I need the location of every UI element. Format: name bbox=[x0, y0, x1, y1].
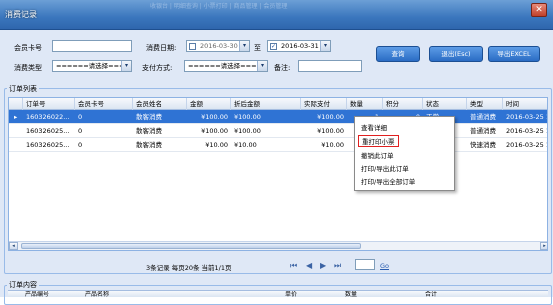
query-button[interactable]: 查询 bbox=[376, 46, 420, 62]
cell-discount-amount: ¥10.00 bbox=[234, 141, 257, 149]
cell-amount: ¥10.00 bbox=[205, 141, 228, 149]
order-grid-header: 订单号 会员卡号 会员姓名 金额 折后金额 实际支付 数量 积分 状态 类型 时… bbox=[9, 98, 547, 110]
scroll-right-icon[interactable]: ▸ bbox=[540, 242, 547, 250]
horizontal-scrollbar[interactable]: ◂ ▸ bbox=[9, 241, 547, 250]
cell-time: 2016-03-25 1 bbox=[506, 141, 548, 149]
cell-paid: ¥100.00 bbox=[317, 127, 344, 135]
date-from-value: 2016-03-30 bbox=[200, 42, 238, 50]
cell-member-name: 散客消费 bbox=[136, 113, 162, 121]
consume-type-select[interactable]: ======请选择====== ▾ bbox=[52, 60, 132, 72]
cell-amount: ¥100.00 bbox=[201, 127, 228, 135]
cell-time: 2016-03-25 1 bbox=[506, 127, 548, 135]
date-to-checkbox[interactable]: ✓ bbox=[270, 43, 277, 50]
date-from-picker[interactable]: 2016-03-30 ▾ bbox=[186, 40, 250, 52]
cell-member-card: 0 bbox=[78, 127, 83, 135]
date-to-picker[interactable]: ✓ 2016-03-31 ▾ bbox=[267, 40, 331, 52]
cell-discount-amount: ¥100.00 bbox=[234, 113, 261, 121]
table-row[interactable]: ▸ 160326022... 0 散客消费 ¥100.00 ¥100.00 ¥1… bbox=[9, 110, 548, 124]
col-discount-amount[interactable]: 折后金额 bbox=[231, 98, 301, 110]
cell-order-no: 160326022... bbox=[26, 113, 70, 121]
remark-input[interactable] bbox=[298, 60, 362, 72]
date-to-label: 至 bbox=[254, 44, 261, 52]
consume-record-window: 消费记录 收银台 | 明细查询 | 小票打印 | 商品管理 | 会员管理 会员卡… bbox=[0, 0, 553, 305]
row-pointer-icon: ▸ bbox=[14, 113, 18, 121]
date-to-value: 2016-03-31 bbox=[281, 42, 319, 50]
col-paid[interactable]: 实际支付 bbox=[301, 98, 347, 110]
title-bar[interactable]: 消费记录 收银台 | 明细查询 | 小票打印 | 商品管理 | 会员管理 bbox=[0, 0, 553, 30]
col-qty[interactable]: 数量 bbox=[347, 98, 383, 110]
export-excel-button[interactable]: 导出EXCEL bbox=[488, 46, 540, 62]
cell-member-name: 散客消费 bbox=[136, 141, 162, 149]
date-from-checkbox[interactable] bbox=[189, 43, 196, 50]
cell-time: 2016-03-25 1 bbox=[506, 113, 548, 121]
order-content-header: 产品编号 产品名称 单价 数量 合计 bbox=[8, 290, 548, 298]
col-member-name[interactable]: 会员姓名 bbox=[133, 98, 187, 110]
chevron-down-icon[interactable]: ▾ bbox=[121, 61, 131, 71]
row-context-menu: 查看详细 重打印小票 撤销此订单 打印/导出此订单 打印/导出全部订单 bbox=[354, 116, 455, 191]
member-card-label: 会员卡号 bbox=[14, 44, 42, 52]
menu-item-cancel-order[interactable]: 撤销此订单 bbox=[361, 150, 394, 160]
menu-item-print-all-orders[interactable]: 打印/导出全部订单 bbox=[361, 176, 415, 186]
menu-item-view-detail[interactable]: 查看详细 bbox=[361, 122, 387, 132]
remark-label: 备注: bbox=[274, 64, 291, 72]
cell-order-no: 160326025... bbox=[26, 127, 70, 135]
pager-summary: 3条记录 每页20条 当前1/1页 bbox=[146, 264, 232, 272]
last-page-icon[interactable]: ⏭ bbox=[334, 261, 341, 271]
col-time[interactable]: 时间 bbox=[503, 98, 547, 110]
cell-paid: ¥100.00 bbox=[317, 113, 344, 121]
cell-member-name: 散客消费 bbox=[136, 127, 162, 135]
row-indicator-header bbox=[9, 98, 23, 110]
cell-type: 快速消费 bbox=[470, 141, 496, 149]
cell-paid: ¥10.00 bbox=[321, 141, 344, 149]
window-title: 消费记录 bbox=[5, 10, 37, 19]
order-content-legend: 订单内容 bbox=[7, 280, 39, 290]
cell-member-card: 0 bbox=[78, 113, 83, 121]
cell-type: 普通消费 bbox=[470, 113, 496, 121]
col-amount[interactable]: 金额 bbox=[187, 98, 231, 110]
pay-method-label: 支付方式: bbox=[142, 64, 173, 72]
pay-method-select[interactable]: ======请选择====== ▾ bbox=[184, 60, 268, 72]
close-icon[interactable]: ✕ bbox=[531, 3, 547, 17]
cell-order-no: 160326025... bbox=[26, 141, 70, 149]
col-type[interactable]: 类型 bbox=[467, 98, 503, 110]
member-card-input[interactable] bbox=[52, 40, 132, 52]
page-number-input[interactable] bbox=[355, 259, 375, 270]
order-list-legend: 订单列表 bbox=[7, 84, 39, 94]
cell-amount: ¥100.00 bbox=[201, 113, 228, 121]
consume-date-label: 消费日期: bbox=[146, 44, 177, 52]
menu-item-reprint-receipt[interactable]: 重打印小票 bbox=[358, 135, 399, 147]
cell-type: 普通消费 bbox=[470, 127, 496, 135]
table-row[interactable]: 160326025... 0 散客消费 ¥100.00 ¥100.00 ¥100… bbox=[9, 124, 548, 138]
background-tabs-ghost: 收银台 | 明细查询 | 小票打印 | 商品管理 | 会员管理 bbox=[150, 3, 288, 10]
col-status[interactable]: 状态 bbox=[423, 98, 467, 110]
chevron-down-icon[interactable]: ▾ bbox=[239, 41, 249, 51]
chevron-down-icon[interactable]: ▾ bbox=[320, 41, 330, 51]
cell-member-card: 0 bbox=[78, 141, 83, 149]
col-order-no[interactable]: 订单号 bbox=[23, 98, 75, 110]
first-page-icon[interactable]: ⏮ bbox=[290, 261, 297, 271]
order-grid[interactable]: 订单号 会员卡号 会员姓名 金额 折后金额 实际支付 数量 积分 状态 类型 时… bbox=[8, 97, 548, 251]
menu-item-print-this-order[interactable]: 打印/导出此订单 bbox=[361, 163, 409, 173]
table-row[interactable]: 160326025... 0 散客消费 ¥10.00 ¥10.00 ¥10.00… bbox=[9, 138, 548, 152]
col-points[interactable]: 积分 bbox=[383, 98, 423, 110]
cell-discount-amount: ¥100.00 bbox=[234, 127, 261, 135]
chevron-down-icon[interactable]: ▾ bbox=[257, 61, 267, 71]
pay-method-value: ======请选择====== bbox=[188, 62, 268, 70]
exit-button[interactable]: 退出(Esc) bbox=[429, 46, 483, 62]
scroll-thumb[interactable] bbox=[21, 243, 361, 249]
col-member-card[interactable]: 会员卡号 bbox=[75, 98, 133, 110]
consume-type-label: 消费类型 bbox=[14, 64, 42, 72]
go-link[interactable]: Go bbox=[380, 262, 389, 270]
prev-page-icon[interactable]: ◀ bbox=[306, 261, 312, 270]
scroll-left-icon[interactable]: ◂ bbox=[9, 242, 18, 250]
next-page-icon[interactable]: ▶ bbox=[320, 261, 326, 270]
